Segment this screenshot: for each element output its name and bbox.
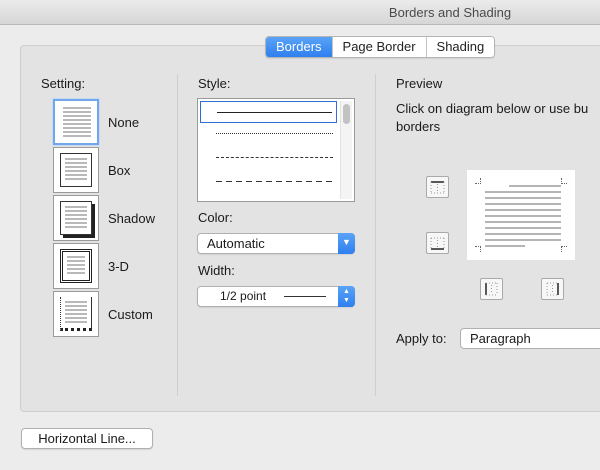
bottom-border-icon (430, 237, 445, 250)
tab-shading[interactable]: Shading (426, 37, 495, 57)
stepper-icon: ▲ ▼ (338, 286, 355, 307)
setting-box-thumb[interactable] (53, 147, 99, 193)
tab-page-border[interactable]: Page Border (332, 37, 427, 57)
left-border-button[interactable] (480, 278, 503, 300)
setting-label-none[interactable]: None (108, 115, 139, 130)
tab-borders[interactable]: Borders (266, 37, 333, 57)
preview-corner-mark (475, 178, 481, 184)
left-border-icon (485, 282, 498, 296)
style-option-dotted[interactable] (200, 123, 337, 145)
setting-none-thumb[interactable] (53, 99, 99, 145)
bottom-border-button[interactable] (426, 232, 449, 254)
style-option-dashed[interactable] (200, 147, 337, 169)
preview-instruction-1: Click on diagram below or use bu (396, 101, 589, 116)
width-label: Width: (198, 263, 235, 278)
width-popup[interactable]: 1/2 point ▲ ▼ (197, 286, 355, 307)
horizontal-line-button[interactable]: Horizontal Line... (21, 428, 153, 449)
style-heading: Style: (198, 76, 231, 91)
preview-diagram[interactable] (467, 170, 575, 260)
preview-corner-mark (561, 246, 567, 252)
setting-shadow-thumb[interactable] (53, 195, 99, 241)
setting-custom-thumb[interactable] (53, 291, 99, 337)
chevron-down-icon: ▼ (338, 233, 355, 254)
right-border-icon (546, 282, 559, 296)
color-value: Automatic (207, 236, 265, 251)
width-sample-line (284, 296, 326, 297)
color-label: Color: (198, 210, 233, 225)
style-scrollbar[interactable] (340, 101, 352, 199)
setting-label-3d[interactable]: 3-D (108, 259, 129, 274)
style-list[interactable] (197, 98, 355, 202)
top-border-button[interactable] (426, 176, 449, 198)
preview-heading: Preview (396, 76, 443, 91)
title-bar: Borders and Shading (0, 0, 600, 25)
setting-label-box[interactable]: Box (108, 163, 130, 178)
style-option-solid[interactable] (200, 101, 337, 123)
setting-3d-thumb[interactable] (53, 243, 99, 289)
setting-label-custom[interactable]: Custom (108, 307, 153, 322)
preview-instruction-2: borders (396, 119, 441, 134)
style-scroll-thumb[interactable] (343, 104, 350, 124)
window-title: Borders and Shading (388, 5, 512, 20)
divider-left (177, 74, 178, 396)
tab-bar: Borders Page Border Shading (265, 36, 496, 58)
style-option-long-dashed[interactable] (200, 171, 337, 193)
apply-to-value: Paragraph (470, 331, 531, 346)
right-border-button[interactable] (541, 278, 564, 300)
apply-to-popup[interactable]: Paragraph (460, 328, 600, 349)
divider-right (375, 74, 376, 396)
width-value: 1/2 point (220, 289, 267, 303)
color-popup[interactable]: Automatic ▼ (197, 233, 355, 254)
preview-corner-mark (475, 246, 481, 252)
top-border-icon (430, 181, 445, 194)
setting-heading: Setting: (41, 76, 86, 91)
setting-label-shadow[interactable]: Shadow (108, 211, 155, 226)
apply-to-label: Apply to: (396, 331, 447, 346)
preview-corner-mark (561, 178, 567, 184)
